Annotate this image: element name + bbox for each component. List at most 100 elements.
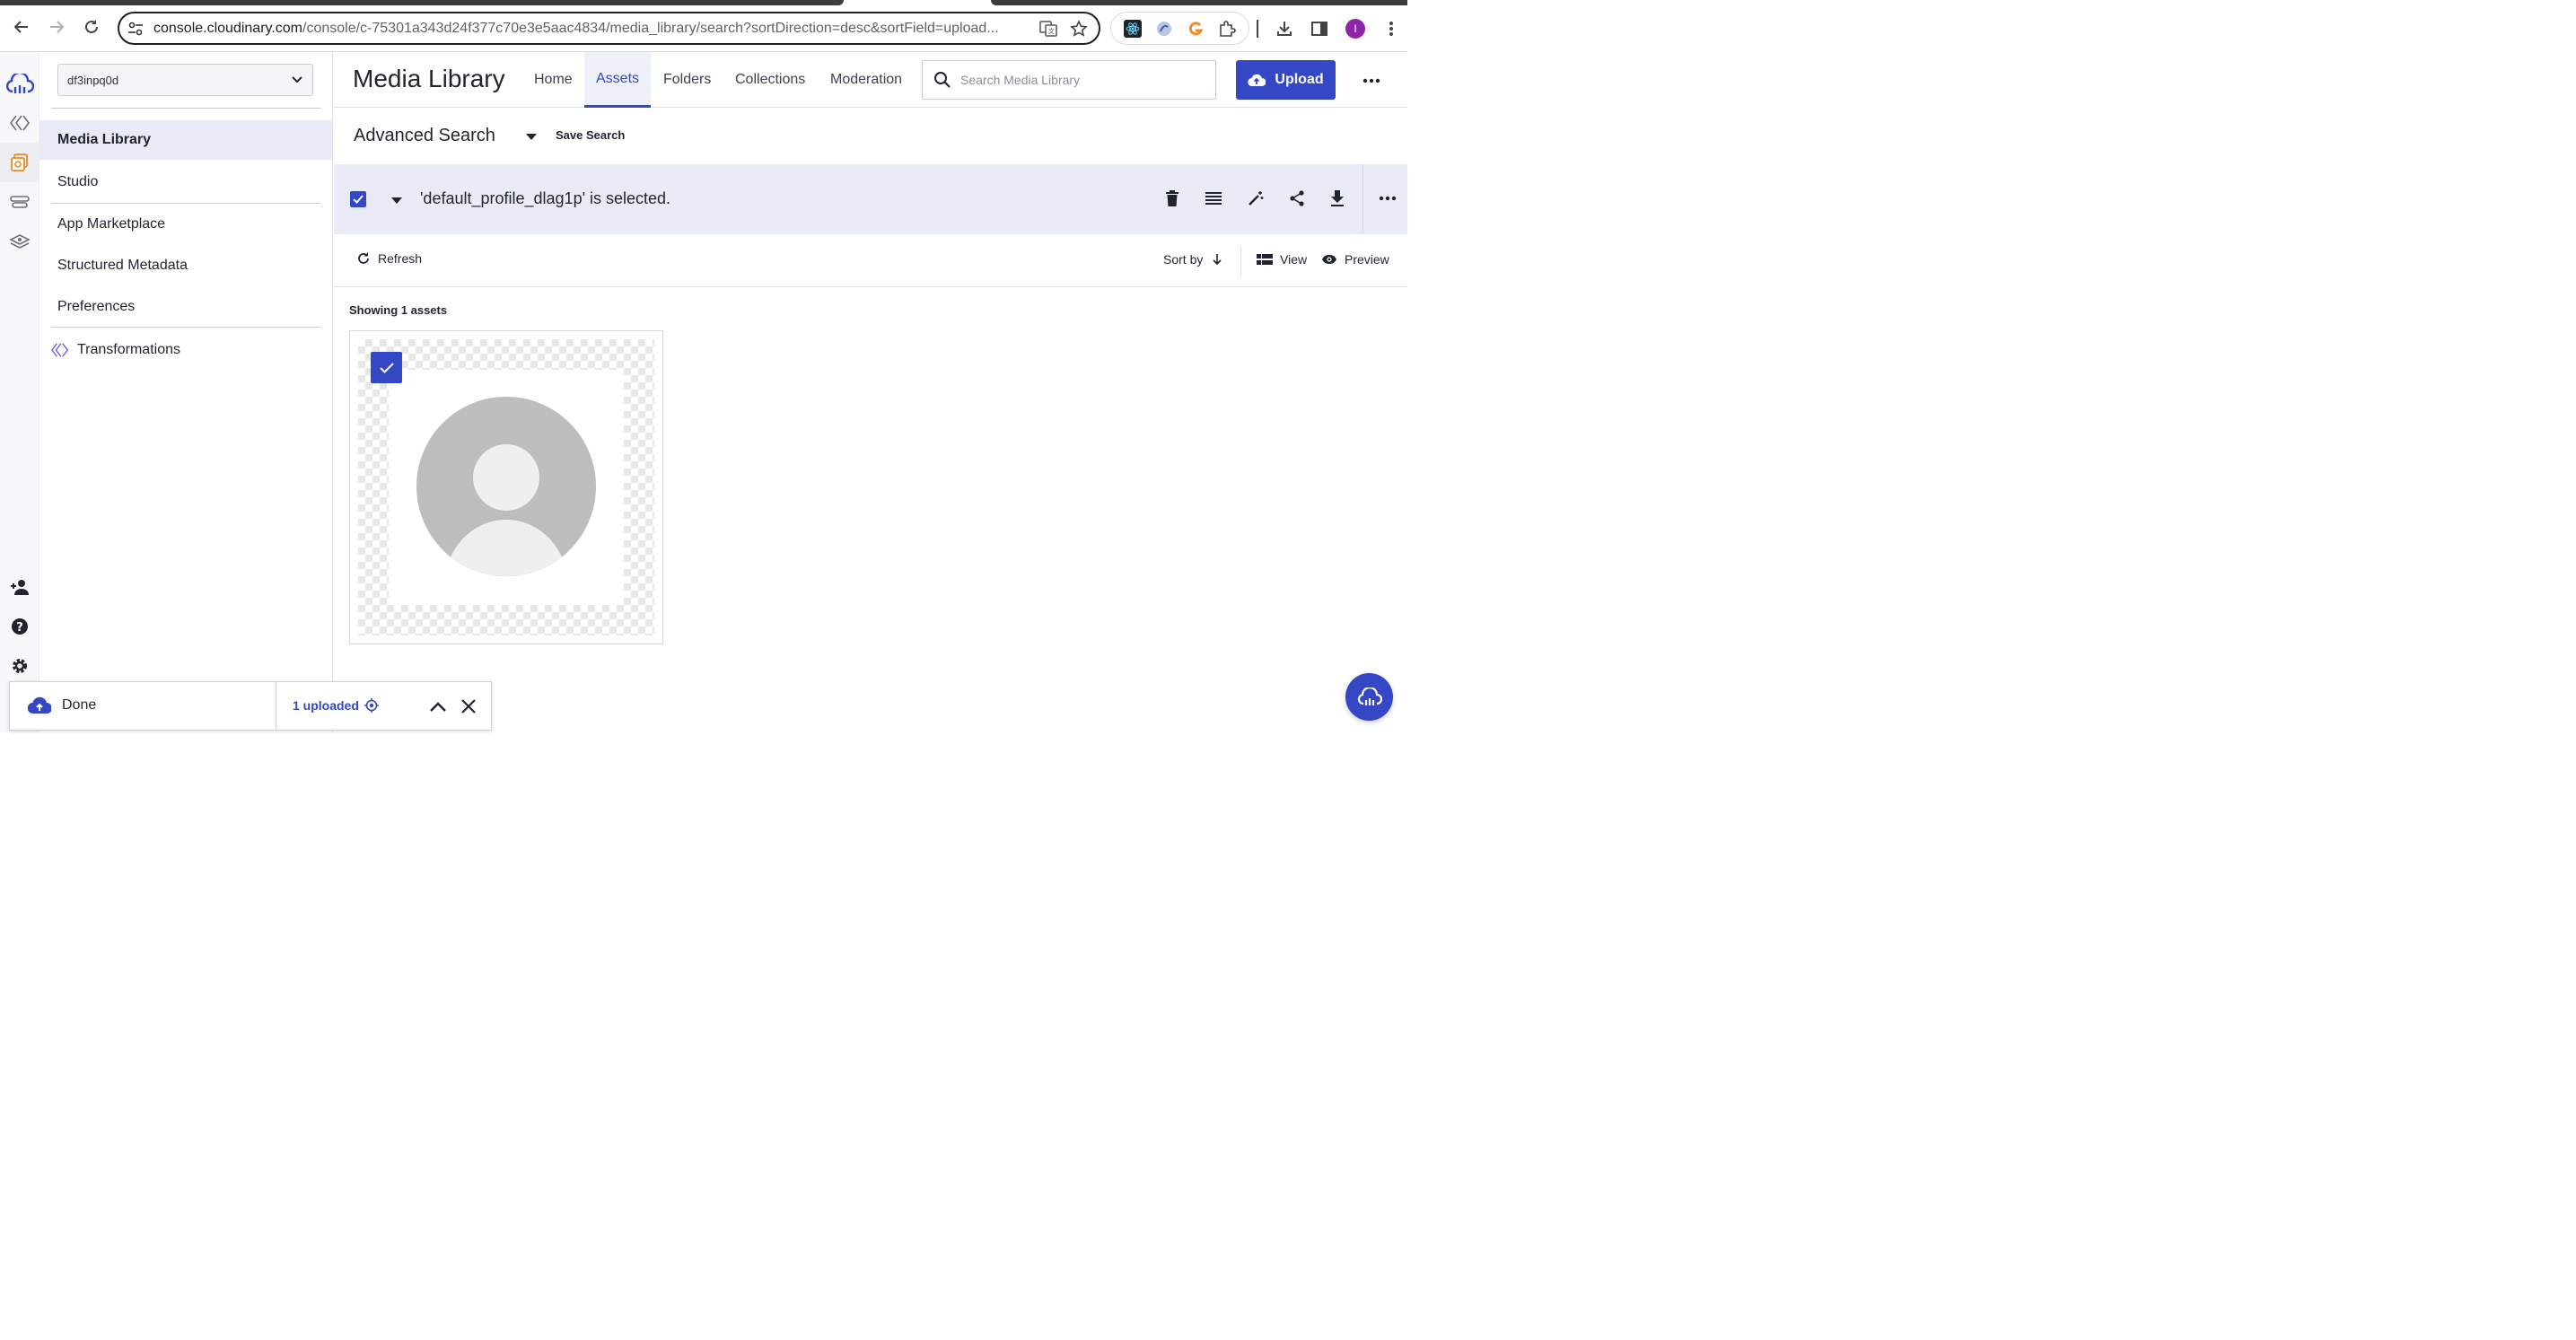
- uploaded-count-link[interactable]: 1 uploaded: [293, 698, 379, 713]
- uploaded-count-text: 1 uploaded: [293, 698, 359, 713]
- tab-label: Collections: [735, 72, 806, 87]
- page-title: Media Library: [353, 65, 505, 92]
- divider: [1362, 164, 1363, 234]
- sidebar-item-transformations[interactable]: Transformations: [39, 330, 332, 370]
- select-all-checkbox[interactable]: [350, 191, 366, 207]
- side-panel-icon[interactable]: [1309, 18, 1330, 39]
- layers-stack-icon[interactable]: [0, 222, 39, 261]
- extension-swirl-icon[interactable]: [1154, 19, 1174, 39]
- selection-status-text: 'default_profile_dlag1p' is selected.: [420, 189, 671, 207]
- chevron-up-icon[interactable]: [428, 696, 448, 716]
- address-bar[interactable]: console.cloudinary.com/console/c-75301a3…: [118, 12, 1100, 45]
- sidebar-item-label: Transformations: [77, 342, 180, 357]
- cloud-upload-icon: [28, 696, 51, 714]
- grid-view-icon: [1257, 253, 1273, 266]
- grammarly-g-icon[interactable]: [1186, 19, 1205, 39]
- preview-button[interactable]: Preview: [1321, 252, 1389, 267]
- default-avatar-icon: [416, 397, 596, 576]
- upload-status-toast: Done 1 uploaded: [9, 681, 492, 731]
- list-details-icon[interactable]: [1203, 188, 1224, 209]
- extensions-group: [1110, 12, 1249, 45]
- results-count: Showing 1 assets: [349, 303, 448, 317]
- more-options-icon[interactable]: [1377, 188, 1398, 209]
- upload-label: Upload: [1275, 72, 1324, 87]
- settings-gear-icon[interactable]: [0, 646, 39, 686]
- sidebar-item-label: Media Library: [57, 132, 152, 147]
- url-text: console.cloudinary.com/console/c-75301a3…: [153, 21, 1029, 37]
- close-icon[interactable]: [459, 696, 478, 716]
- profile-avatar[interactable]: I: [1345, 19, 1365, 39]
- sidebar-item-media-library[interactable]: Media Library: [39, 120, 332, 160]
- download-icon[interactable]: [1274, 18, 1295, 39]
- view-label: View: [1280, 252, 1308, 267]
- browser-toolbar: console.cloudinary.com/console/c-75301a3…: [0, 5, 1407, 52]
- preview-label: Preview: [1345, 252, 1389, 267]
- bookmark-star-icon[interactable]: [1068, 18, 1090, 39]
- tab-assets[interactable]: Assets: [584, 52, 652, 108]
- react-devtools-icon[interactable]: [1123, 19, 1143, 39]
- sort-label: Sort by: [1163, 252, 1204, 267]
- advanced-search-title[interactable]: Advanced Search: [354, 126, 495, 146]
- sidebar-item-label: Studio: [57, 174, 99, 189]
- upload-button[interactable]: Upload: [1236, 60, 1336, 100]
- asset-select-checkbox[interactable]: [371, 352, 402, 383]
- tab-collections[interactable]: Collections: [735, 52, 805, 108]
- asset-card[interactable]: [349, 330, 663, 644]
- programmable-media-icon[interactable]: [0, 103, 39, 143]
- magic-wand-icon[interactable]: [1245, 188, 1266, 209]
- forward-arrow-icon[interactable]: [46, 16, 67, 38]
- cloud-name-value: df3inpq0d: [67, 73, 119, 87]
- invite-user-icon[interactable]: [0, 567, 39, 607]
- sidebar-item-preferences[interactable]: Preferences: [39, 287, 332, 327]
- eye-icon: [1321, 254, 1337, 265]
- translate-icon[interactable]: 文: [1038, 18, 1059, 39]
- tab-folders[interactable]: Folders: [663, 52, 711, 108]
- site-settings-icon[interactable]: [127, 20, 145, 38]
- sidebar-item-studio[interactable]: Studio: [39, 162, 332, 202]
- tab-moderation[interactable]: Moderation: [830, 52, 902, 108]
- tab-label: Moderation: [830, 72, 903, 87]
- thumbnail-image: [389, 370, 624, 605]
- sidebar-item-label: Preferences: [57, 299, 136, 314]
- arrow-down-icon: [1212, 253, 1222, 266]
- back-arrow-icon[interactable]: [11, 16, 32, 38]
- product-rail: ?: [0, 52, 39, 732]
- caret-down-icon[interactable]: [524, 130, 539, 146]
- cloudinary-assistant-button[interactable]: [1345, 673, 1393, 721]
- cloudinary-logo-icon[interactable]: [0, 65, 39, 104]
- divider: [51, 327, 320, 328]
- refresh-button[interactable]: Refresh: [356, 251, 422, 266]
- browser-menu-icon[interactable]: [1380, 18, 1402, 39]
- selection-bar: 'default_profile_dlag1p' is selected.: [334, 164, 1407, 234]
- sort-by-button[interactable]: Sort by: [1163, 252, 1222, 267]
- refresh-label: Refresh: [378, 251, 423, 266]
- asset-thumbnail[interactable]: [358, 339, 654, 635]
- share-icon[interactable]: [1286, 188, 1308, 209]
- cloud-upload-icon: [1248, 73, 1266, 87]
- trash-icon[interactable]: [1161, 188, 1183, 209]
- help-icon[interactable]: ?: [0, 607, 39, 646]
- divider: [51, 203, 320, 204]
- url-path: /console/c-75301a343d24f377c70e3e5aac483…: [302, 20, 999, 36]
- divider: [1240, 246, 1241, 276]
- tab-home[interactable]: Home: [534, 52, 573, 108]
- search-input[interactable]: Search Media Library: [922, 60, 1216, 100]
- reload-icon[interactable]: [81, 16, 102, 38]
- assets-product-icon[interactable]: [0, 143, 39, 182]
- toolbar-divider: [1252, 18, 1263, 39]
- search-placeholder: Search Media Library: [960, 73, 1081, 87]
- sidebar-item-structured-metadata[interactable]: Structured Metadata: [39, 246, 332, 285]
- divider: [51, 108, 320, 109]
- upload-status-text: Done: [62, 697, 97, 713]
- download-icon[interactable]: [1327, 188, 1348, 209]
- extensions-puzzle-icon[interactable]: [1217, 19, 1237, 39]
- view-button[interactable]: View: [1257, 252, 1307, 267]
- caret-down-icon[interactable]: [390, 194, 404, 210]
- more-options-icon[interactable]: [1361, 70, 1382, 92]
- video-pipeline-icon[interactable]: [0, 182, 39, 222]
- sidebar-item-app-marketplace[interactable]: App Marketplace: [39, 205, 332, 244]
- cloud-name-select[interactable]: df3inpq0d: [57, 64, 313, 96]
- save-search-button[interactable]: Save Search: [556, 128, 625, 142]
- media-library-header: Media Library Home Assets Folders Collec…: [334, 52, 1407, 108]
- svg-text:?: ?: [16, 621, 23, 635]
